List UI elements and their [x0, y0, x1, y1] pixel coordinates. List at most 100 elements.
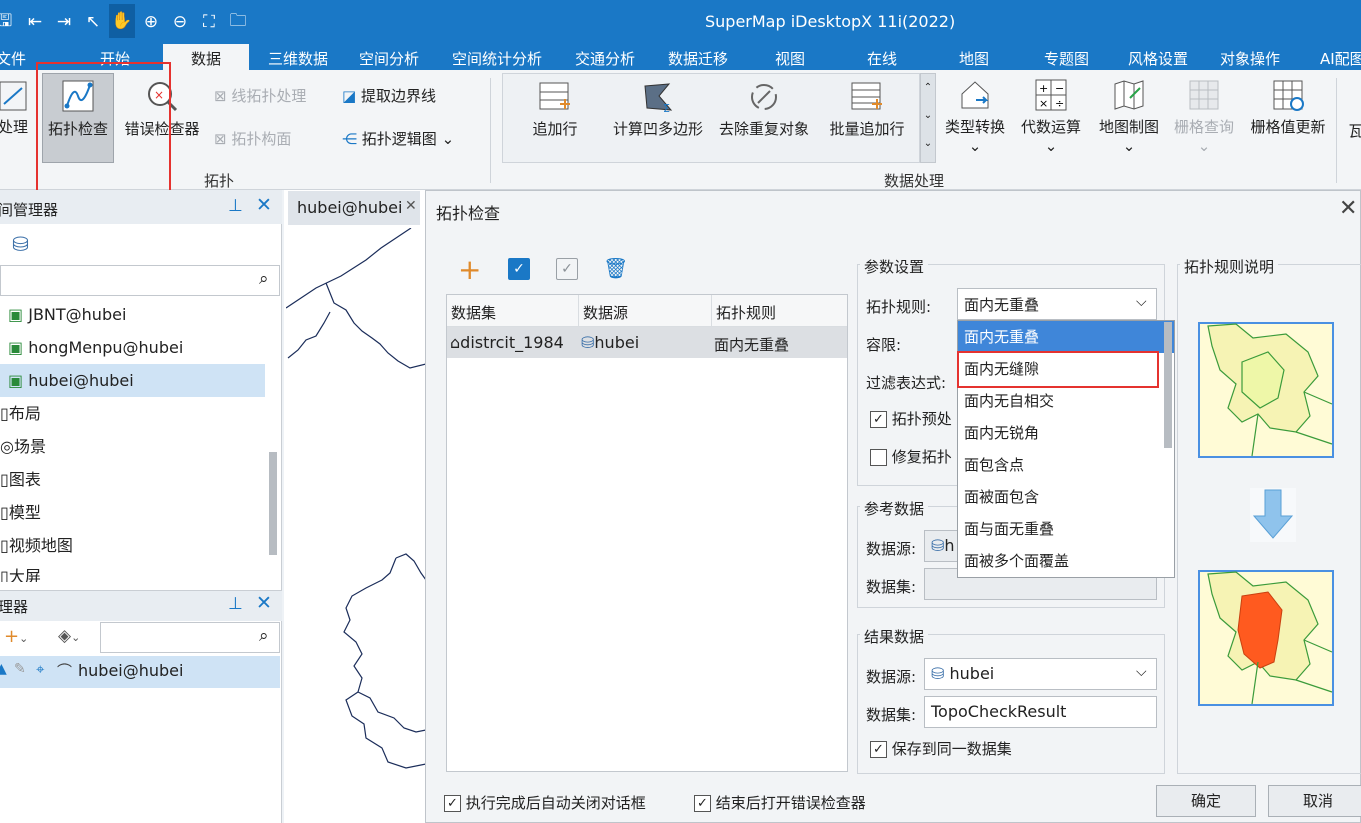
workspace-scrollbar[interactable] [269, 452, 277, 555]
save-same-checkbox-row[interactable]: ✓ 保存到同一数据集 [870, 738, 1012, 759]
auto-close-checkbox[interactable]: ✓ [444, 795, 461, 812]
chevron-down-icon[interactable]: ⌵ [1136, 664, 1147, 680]
delete-icon[interactable]: 🗑 [603, 256, 628, 280]
batch-append-button[interactable]: 批量追加行 [822, 80, 912, 139]
auto-close-checkbox-row[interactable]: ✓ 执行完成后自动关闭对话框 [444, 792, 646, 813]
pin-icon[interactable]: ⊥ [228, 594, 243, 614]
extract-boundary-button[interactable]: ◪ 提取边界线 [342, 85, 436, 106]
tree-item-model[interactable]: ▯模型 [0, 496, 268, 529]
column-header-dataset[interactable]: 数据集 [451, 302, 496, 323]
tree-item-scene[interactable]: ◎场景 [0, 430, 268, 463]
redo-icon[interactable]: ⇥ [51, 8, 77, 36]
pan-hand-icon[interactable]: ✋ [109, 4, 135, 38]
tab-migration[interactable]: 数据迁移 [668, 48, 728, 69]
dialog-close-icon[interactable]: ✕ [1339, 196, 1357, 221]
open-checker-checkbox-row[interactable]: ✓ 结束后打开错误检查器 [694, 792, 866, 813]
zoom-out-icon[interactable]: ⊖ [167, 8, 193, 36]
gallery-scroll[interactable]: ⌃ ⌄ ⌄ [920, 73, 936, 163]
database-icon[interactable]: ⛁ [12, 232, 29, 256]
open-folder-icon[interactable]: 🗀 [225, 8, 251, 36]
remove-duplicate-button[interactable]: 去除重复对象 [714, 80, 814, 139]
add-layer-icon[interactable]: +⌄ [4, 626, 28, 647]
map-cartography-button[interactable]: 地图制图 ⌄ [1094, 78, 1164, 155]
pointer-icon[interactable]: ↖ [80, 8, 106, 36]
tab-file[interactable]: 文件 [0, 48, 26, 69]
tab-view[interactable]: 视图 [775, 48, 805, 69]
column-header-rule[interactable]: 拓扑规则 [716, 302, 776, 323]
algebra-button[interactable]: + − × ÷ 代数运算 ⌄ [1016, 78, 1086, 155]
tab-ai-map[interactable]: AI配图 [1320, 48, 1361, 69]
repair-checkbox[interactable] [870, 449, 887, 466]
tab-data[interactable]: 数据 [163, 44, 250, 70]
tab-spatial-stats[interactable]: 空间统计分析 [452, 48, 542, 69]
editable-icon[interactable]: ✎ [14, 661, 26, 677]
cancel-button[interactable]: 取消 [1268, 785, 1361, 817]
tree-item-chart[interactable]: ▯图表 [0, 463, 268, 496]
topo-rule-select[interactable]: 面内无重叠 [957, 288, 1157, 320]
tree-item-video-map[interactable]: ▯视频地图 [0, 529, 268, 562]
repair-checkbox-row[interactable]: 修复拓扑 [870, 446, 952, 467]
visible-icon[interactable]: ▲ [0, 661, 7, 677]
close-icon[interactable]: ✕ [256, 592, 272, 614]
tab-object-ops[interactable]: 对象操作 [1220, 48, 1280, 69]
tab-map[interactable]: 地图 [959, 48, 989, 69]
column-divider [578, 295, 579, 327]
raster-query-label: 栅格查询 [1173, 118, 1234, 136]
ok-button[interactable]: 确定 [1156, 785, 1256, 817]
dropdown-scrollbar[interactable] [1164, 322, 1172, 448]
dropdown-item[interactable]: 面内无锐角 [958, 417, 1174, 449]
chevron-down-icon[interactable]: ⌵ [1136, 294, 1147, 310]
dropdown-item[interactable]: 面与面无重叠 [958, 513, 1174, 545]
pin-icon[interactable]: ⊥ [228, 196, 243, 216]
tree-item-hubei[interactable]: ▣ hubei@hubei [0, 364, 265, 397]
append-row-button[interactable]: 追加行 [520, 80, 590, 139]
topo-process-button[interactable]: 处理 [0, 80, 36, 137]
save-icon[interactable]: 🖫 [0, 8, 18, 36]
tab-traffic[interactable]: 交通分析 [575, 48, 635, 69]
big-screen-icon: ▯ [0, 567, 9, 582]
preprocess-checkbox-row[interactable]: ✓ 拓扑预处 [870, 408, 952, 429]
dropdown-item[interactable]: 面内无重叠 [958, 321, 1174, 353]
close-icon[interactable]: ✕ [256, 194, 272, 216]
close-icon[interactable]: ✕ [405, 198, 417, 214]
full-extent-icon[interactable]: ⛶ [196, 8, 222, 36]
preprocess-checkbox[interactable]: ✓ [870, 411, 887, 428]
result-dataset-input[interactable]: TopoCheckResult [924, 696, 1157, 728]
dataset-icon: ▣ [8, 305, 24, 324]
snap-icon[interactable]: ⌖ [36, 660, 44, 678]
map-canvas[interactable] [286, 228, 426, 823]
invert-select-icon[interactable]: ✓ [556, 258, 578, 280]
dropdown-item[interactable]: 面被面包含 [958, 481, 1174, 513]
type-convert-button[interactable]: 类型转换 ⌄ [940, 78, 1010, 155]
column-header-source[interactable]: 数据源 [583, 302, 628, 323]
tab-style[interactable]: 风格设置 [1128, 48, 1188, 69]
tree-item-hongmenpu[interactable]: ▣ hongMenpu@hubei [0, 331, 268, 364]
layer-search-input[interactable] [100, 622, 280, 653]
topo-logic-map-button[interactable]: ⋲ 拓扑逻辑图 ⌄ [342, 128, 454, 149]
search-icon[interactable]: ⌕ [259, 626, 269, 646]
result-source-select[interactable]: ⛁ hubei [924, 658, 1157, 690]
dropdown-item[interactable]: 面内无自相交 [958, 385, 1174, 417]
tree-item-big-screen[interactable]: ▯大屏 [0, 562, 268, 582]
select-all-icon[interactable]: ✓ [508, 258, 530, 280]
dropdown-item[interactable]: 面包含点 [958, 449, 1174, 481]
tab-spatial-analysis[interactable]: 空间分析 [359, 48, 419, 69]
workspace-search-input[interactable] [0, 265, 280, 296]
partial-right-button[interactable]: 瓦 [1346, 120, 1361, 141]
app-title: SuperMap iDesktopX 11i(2022) [705, 12, 956, 31]
tab-3d-data[interactable]: 三维数据 [268, 48, 328, 69]
tree-item-layout[interactable]: ▯布局 [0, 397, 268, 430]
save-same-checkbox[interactable]: ✓ [870, 741, 887, 758]
zoom-in-icon[interactable]: ⊕ [138, 8, 164, 36]
tree-item-jbnt[interactable]: ▣ JBNT@hubei [0, 298, 268, 331]
concave-polygon-button[interactable]: Σ 计算凹多边形 [608, 80, 708, 139]
search-icon[interactable]: ⌕ [259, 269, 269, 289]
open-checker-checkbox[interactable]: ✓ [694, 795, 711, 812]
undo-icon[interactable]: ⇤ [22, 8, 48, 36]
dropdown-item[interactable]: 面被多个面覆盖 [958, 545, 1174, 577]
raster-update-button[interactable]: 栅格值更新 [1246, 78, 1330, 137]
add-row-icon[interactable]: + [458, 256, 481, 284]
tab-online[interactable]: 在线 [867, 48, 897, 69]
tab-thematic[interactable]: 专题图 [1044, 48, 1089, 69]
layer-style-icon[interactable]: ◈⌄ [58, 626, 80, 646]
